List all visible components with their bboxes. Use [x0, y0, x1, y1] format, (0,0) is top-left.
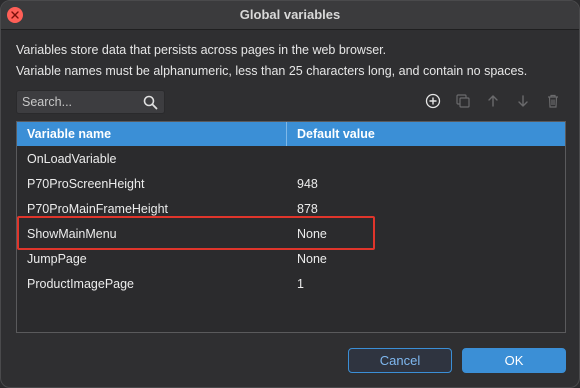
ok-button[interactable]: OK — [462, 348, 566, 373]
row-highlight-annotation — [17, 216, 375, 250]
variable-name-cell: P70ProMainFrameHeight — [27, 201, 169, 216]
add-icon — [425, 93, 441, 109]
default-value-cell: 1 — [297, 276, 304, 291]
table-row[interactable]: P70ProScreenHeight 948 — [17, 171, 565, 196]
move-up-button[interactable] — [483, 91, 503, 111]
cancel-button[interactable]: Cancel — [348, 348, 452, 373]
move-down-button[interactable] — [513, 91, 533, 111]
default-value-cell: 878 — [297, 201, 318, 216]
variable-name-cell: JumpPage — [27, 251, 87, 266]
delete-variable-button[interactable] — [543, 91, 563, 111]
duplicate-icon — [456, 94, 470, 108]
table-row[interactable]: OnLoadVariable — [17, 146, 565, 171]
column-header-default-value[interactable]: Default value — [287, 127, 375, 141]
search-icon[interactable] — [140, 92, 160, 112]
description-line-1: Variables store data that persists acros… — [16, 43, 387, 57]
move-down-icon — [518, 95, 528, 107]
dialog-title: Global variables — [239, 7, 341, 22]
move-up-icon — [488, 95, 498, 107]
search-input[interactable] — [17, 94, 140, 110]
table-header: Variable name Default value — [17, 122, 565, 146]
variable-toolbar — [423, 91, 573, 111]
table-row[interactable]: ProductImagePage 1 — [17, 271, 565, 296]
delete-icon — [548, 94, 558, 108]
default-value-cell: 948 — [297, 176, 318, 191]
variable-name-cell: ProductImagePage — [27, 276, 135, 291]
variable-name-cell: P70ProScreenHeight — [27, 176, 145, 191]
description-line-2: Variable names must be alphanumeric, les… — [16, 64, 528, 78]
global-variables-dialog: Global variables Variables store data th… — [0, 0, 580, 388]
default-value-cell: None — [297, 251, 327, 266]
column-header-variable-name[interactable]: Variable name — [17, 122, 287, 146]
add-variable-button[interactable] — [423, 91, 443, 111]
variable-name-cell: OnLoadVariable — [27, 151, 117, 166]
duplicate-variable-button[interactable] — [453, 91, 473, 111]
title-bar: Global variables — [1, 1, 579, 30]
search-box — [16, 90, 165, 114]
